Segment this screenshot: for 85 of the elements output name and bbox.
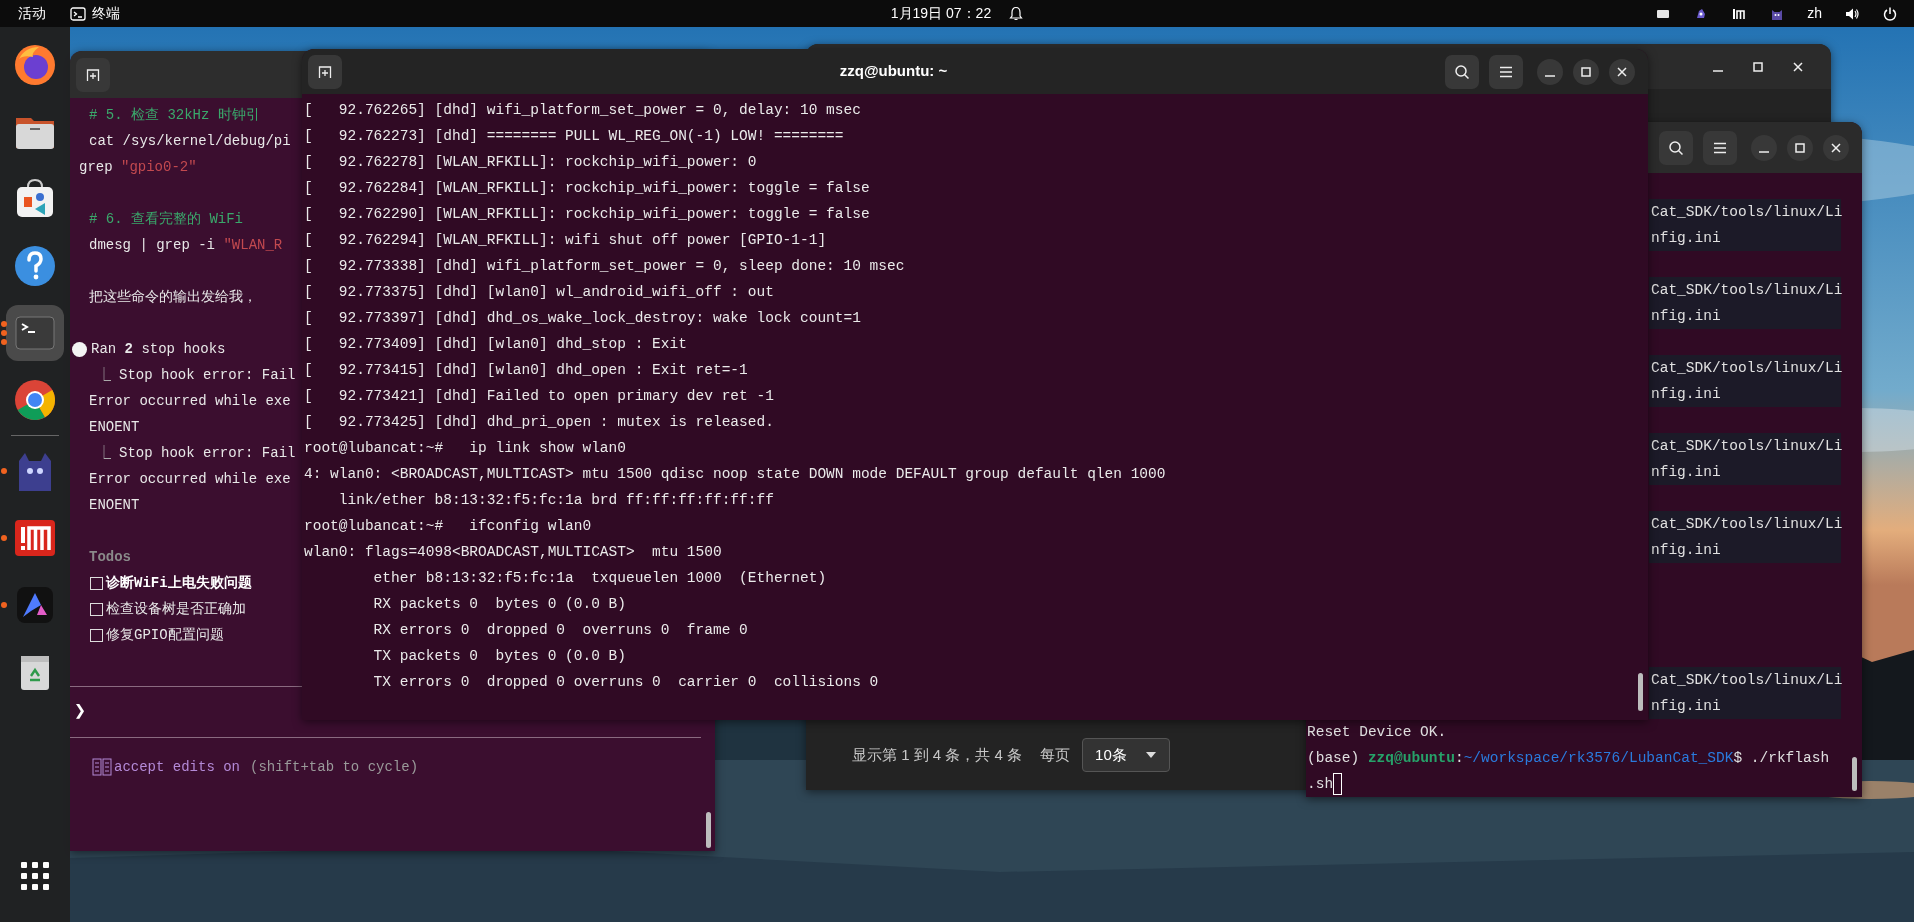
per-page-label: 每页 <box>1040 744 1071 765</box>
activities-button[interactable]: 活动 <box>10 0 54 27</box>
new-tab-icon <box>85 66 101 83</box>
clock-button[interactable]: 1月19日 07：22 <box>882 0 1032 27</box>
search-icon <box>1668 139 1684 156</box>
terminal-line: [ 92.762265] [dhd] wifi_platform_set_power = 0, delay: 10 msec <box>304 101 861 120</box>
error-text: Error occurred while exe <box>89 470 291 489</box>
maximize-button[interactable] <box>1573 58 1599 85</box>
todo-text: 诊断WiFi上电失败问题 <box>106 574 252 593</box>
terminal-icon <box>70 5 86 22</box>
terminal-line: [ 92.762278] [WLAN_RFKILL]: rockchip_wifi_power: 0 <box>304 153 757 172</box>
terminal-line: [ 92.773425] [dhd] dhd_pri_open : mutex is released. <box>304 413 774 432</box>
terminal-line: [ 92.762294] [WLAN_RFKILL]: wifi shut off power [GPIO-1-1] <box>304 231 827 250</box>
minimize-icon <box>1759 150 1769 153</box>
branch-marker: ⎿ <box>97 366 111 385</box>
scrollbar-thumb[interactable] <box>1638 673 1643 711</box>
terminal-line: [ 92.762290] [WLAN_RFKILL]: rockchip_wifi_power: toggle = false <box>304 205 870 224</box>
terminal-line: [ 92.773397] [dhd] dhd_os_wake_lock_destroy: wake lock count=1 <box>304 309 861 328</box>
command-text: dmesg | grep -i "WLAN_R <box>89 236 283 255</box>
terminal-line: link/ether b8:13:32:f5:fc:1a brd ff:ff:ff:ff:ff:ff <box>337 491 774 510</box>
terminal-line: RX errors 0 dropped 0 overruns 0 frame 0 <box>372 621 748 640</box>
todo-checkbox[interactable] <box>90 602 103 616</box>
todo-checkbox[interactable] <box>90 576 103 590</box>
error-text: Stop hook error: Fail <box>119 366 296 385</box>
code-comment: # 5. 检查 32kHz 时钟引 <box>89 106 260 125</box>
error-text: Stop hook error: Fail <box>119 444 296 463</box>
mode-icon <box>92 758 112 776</box>
new-tab-icon <box>317 63 333 80</box>
terminal-line: [ 92.773338] [dhd] wifi_platform_set_power = 0, sleep done: 10 msec <box>304 257 905 276</box>
scrollbar-thumb[interactable] <box>706 812 711 848</box>
search-icon <box>1454 63 1470 80</box>
maximize-button[interactable] <box>1787 134 1813 161</box>
terminal-line: [ 92.773409] [dhd] [wlan0] dhd_stop : Exit <box>304 335 687 354</box>
error-text: ENOENT <box>89 496 140 515</box>
terminal-line: 4: wlan0: <BROADCAST,MULTICAST> mtu 1500 qdisc noop state DOWN mode DEFAULT group default qlen 1000 <box>304 465 1166 484</box>
power-icon[interactable] <box>1882 5 1898 22</box>
code-comment: # 6. 查看完整的 WiFi <box>89 210 243 229</box>
terminal-line: TX errors 0 dropped 0 overruns 0 carrier 0 collisions 0 <box>372 673 879 692</box>
todo-checkbox[interactable] <box>90 628 103 642</box>
per-page-select[interactable]: 10条 <box>1082 738 1170 772</box>
language-button[interactable]: zh <box>1807 0 1822 27</box>
terminal-line: [ 92.762284] [WLAN_RFKILL]: rockchip_wifi_power: toggle = false <box>304 179 870 198</box>
close-button[interactable] <box>1823 134 1849 161</box>
terminal-line: root@lubancat:~# ifconfig wlan0 <box>304 517 592 536</box>
menu-button[interactable] <box>1703 130 1737 165</box>
terminal-line: wlan0: flags=4098<BROADCAST,MULTICAST> mtu 1500 <box>304 543 722 562</box>
minimize-icon <box>1713 69 1723 72</box>
command-text: grep "gpio0-2" <box>79 158 197 177</box>
window-title: zzq@ubuntu: ~ <box>839 62 948 80</box>
prompt-symbol: ❯ <box>74 699 87 725</box>
terminal-line: .sh <box>1307 775 1334 794</box>
terminal-line: [ 92.773421] [dhd] Failed to open primary dev ret -1 <box>304 387 774 406</box>
branch-marker: ⎿ <box>97 444 111 463</box>
pagination-summary: 显示第 1 到 4 条，共 4 条 <box>852 744 1023 765</box>
terminal-line: [ 92.773415] [dhd] [wlan0] dhd_open : Exit ret=-1 <box>304 361 748 380</box>
close-button[interactable] <box>1609 58 1635 85</box>
mode-hint: (shift+tab to cycle) <box>250 758 419 777</box>
terminal-line: ether b8:13:32:f5:fc:1a txqueuelen 1000 (Ethernet) <box>372 569 827 588</box>
scrollbar-thumb[interactable] <box>1852 757 1857 791</box>
mode-status: accept edits on <box>114 758 241 777</box>
command-text: cat /sys/kernel/debug/pi <box>89 132 291 151</box>
error-text: ENOENT <box>89 418 140 437</box>
terminal-line: TX packets 0 bytes 0 (0.0 B) <box>372 647 626 666</box>
todos-heading: Todos <box>89 548 131 567</box>
new-tab-button[interactable] <box>76 57 110 92</box>
terminal-line: Reset Device OK. <box>1307 723 1447 742</box>
message-text: 把这些命令的输出发给我， <box>89 288 257 307</box>
terminal-line: root@lubancat:~# ip link show wlan0 <box>304 439 626 458</box>
terminal-line: [ 92.762273] [dhd] ======== PULL WL_REG_ON(-1) LOW! ======== <box>304 127 844 146</box>
todo-text: 检查设备树是否正确加 <box>106 600 246 619</box>
minimize-button[interactable] <box>1537 58 1563 85</box>
hook-summary: Ran 2 stop hooks <box>91 340 226 359</box>
terminal-line: (base) zzq@ubuntu:~/workspace/rk3576/LubanCat_SDK$ ./rkflash <box>1307 749 1830 768</box>
minimize-button[interactable] <box>1751 134 1777 161</box>
todo-text: 修复GPIO配置问题 <box>106 626 224 645</box>
error-text: Error occurred while exe <box>89 392 291 411</box>
app-menu-button[interactable]: 终端 <box>62 0 128 27</box>
search-button[interactable] <box>1659 130 1693 165</box>
minimize-icon <box>1545 74 1555 77</box>
search-button[interactable] <box>1445 54 1479 89</box>
terminal-line: [ 92.773375] [dhd] [wlan0] wl_android_wifi_off : out <box>304 283 774 302</box>
menu-button[interactable] <box>1489 54 1523 89</box>
terminal-line: RX packets 0 bytes 0 (0.0 B) <box>372 595 626 614</box>
new-tab-button[interactable] <box>308 54 342 89</box>
bell-icon <box>1009 5 1024 22</box>
